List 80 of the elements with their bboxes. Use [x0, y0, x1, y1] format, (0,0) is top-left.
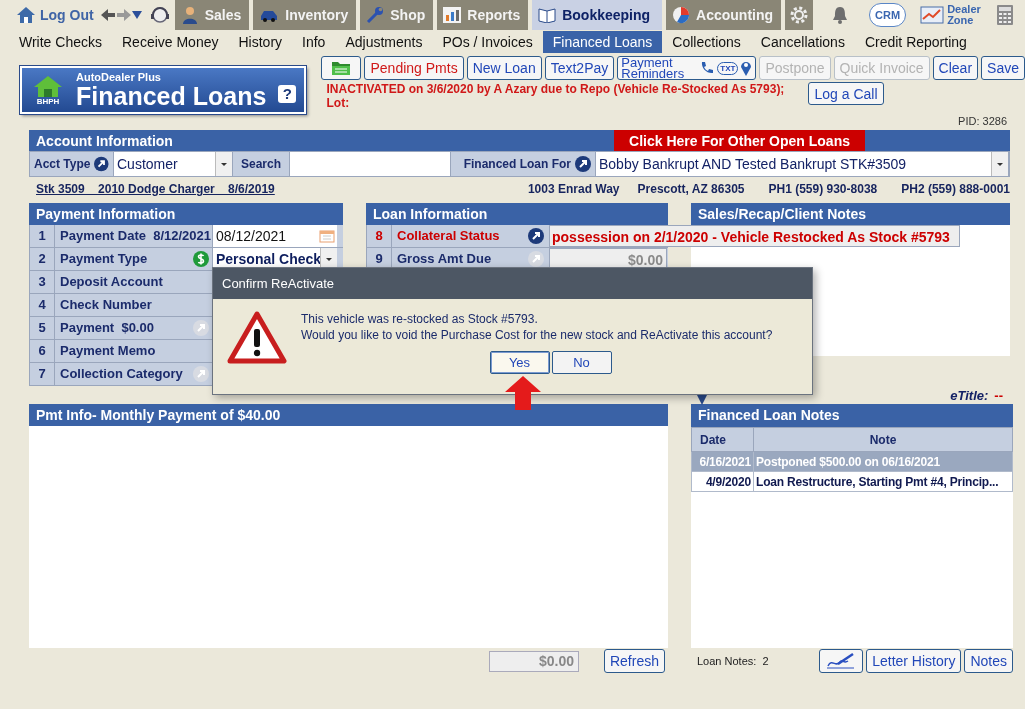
contact-text: 1003 Enrad Way [527, 182, 620, 196]
refresh-button[interactable]: Refresh [603, 649, 665, 673]
field-label: Collection Category [60, 365, 183, 383]
toolbar-button[interactable]: Pending Pmts [364, 56, 464, 80]
table-cell[interactable]: Loan Restructure, Starting Pmt #4, Princip... [753, 471, 1013, 492]
column-header: Date [691, 427, 754, 452]
field-label: Financed Loan For [463, 157, 571, 171]
row-number: 1 [29, 225, 55, 247]
value-field: possession on 2/1/2020 - Vehicle Restocked As Stock #5793 [549, 225, 960, 247]
help-button[interactable]: ? [278, 85, 297, 103]
field-label: Payment Memo [60, 342, 156, 360]
pid-label: PID: 3286 [957, 115, 1008, 128]
other-loans-button[interactable]: Click Here For Other Open Loans [614, 130, 865, 151]
field-label: Payment Type [60, 250, 148, 268]
field-label: Gross Amt Due [397, 250, 492, 268]
section-header: Sales/Recap/Client Notes [691, 203, 1010, 225]
section-header: Loan Information [366, 203, 668, 225]
notes-count: Loan Notes: 2 [697, 655, 769, 667]
row-number: 5 [29, 317, 55, 339]
menu-tab[interactable]: Cancellations [750, 31, 855, 53]
vehicle-link[interactable]: Stk 3509 2010 Dodge Charger 8/6/2019 [36, 182, 275, 196]
section-header: Payment Information [29, 203, 343, 225]
etitle-label: eTitle: [950, 387, 989, 403]
logo-text: BHPH [36, 96, 60, 106]
section-header: Pmt Info- Monthly Payment of $40.00 [29, 404, 668, 426]
row-number: 8 [366, 225, 392, 247]
contact-text: Prescott, AZ 86305 [637, 182, 745, 196]
module-tab[interactable]: Bookkeeping [532, 0, 663, 30]
section-title: Account Information [35, 132, 174, 149]
row-number: 7 [29, 363, 55, 385]
field-label: Check Number [60, 296, 152, 314]
field-label: Acct Type [34, 157, 91, 171]
menu-tab[interactable]: Financed Loans [542, 31, 663, 53]
account-type-select[interactable]: Customer [114, 152, 233, 176]
date-field[interactable]: 08/12/2021 [212, 225, 337, 247]
menu-tab[interactable]: History [228, 31, 293, 53]
banner-subtitle: AutoDealer Plus [76, 71, 162, 83]
field-label: Payment Date 8/12/2021 [60, 227, 212, 245]
logout-link[interactable]: Log Out [40, 7, 94, 23]
row-number: 3 [29, 271, 55, 293]
row-number: 4 [29, 294, 55, 316]
row-number: 2 [29, 248, 55, 270]
contact-text: PH1 (559) 930-8038 [768, 182, 878, 196]
banner-title: Financed Loans [76, 83, 267, 109]
loan-for-select[interactable]: Bobby Bankrupt AND Tested Bankrupt STK#3509 [596, 152, 1009, 176]
dialog-button[interactable]: No [551, 351, 612, 374]
menu-tab[interactable]: Write Checks [9, 31, 112, 53]
dealer-zone-link[interactable]: Dealer Zone [947, 4, 984, 26]
section-header: Financed Loan Notes [691, 404, 1013, 427]
dialog-message: This vehicle was re-stocked as Stock #5793. Would you like to void the Purchase Cost for the new stock and ReActivate this account? [301, 311, 773, 343]
menu-tab[interactable]: Adjustments [335, 31, 433, 53]
field-label: Deposit Account [60, 273, 163, 291]
contact-text: PH2 (559) 888-0001 [901, 182, 1010, 196]
toolbar-button[interactable]: Save [981, 56, 1025, 80]
field-label: Search [233, 152, 290, 176]
value-field: $0.00 [549, 248, 667, 270]
status-message: INACTIVATED on 3/6/2020 by A Azary due to Repo (Vehicle Re-Stocked As 5793); Lot: [326, 82, 786, 110]
menu-tab[interactable]: Info [292, 31, 336, 53]
payment-type-select[interactable]: Personal Check [212, 248, 337, 270]
toolbar-button[interactable]: New Loan [466, 56, 542, 80]
dialog-button[interactable]: Yes [489, 351, 550, 374]
menu-tab[interactable]: Collections [662, 31, 751, 53]
field-label: Payment $0.00 [60, 319, 154, 337]
log-call-button[interactable]: Log a Call [808, 82, 884, 105]
menu-tab[interactable]: Credit Reporting [854, 31, 977, 53]
crm-button[interactable]: CRM [869, 3, 907, 27]
table-cell[interactable]: 4/9/2020 [691, 471, 754, 492]
dialog-title: Confirm ReActivate [213, 268, 812, 299]
menu-tab[interactable]: POs / Invoices [432, 31, 543, 53]
column-header: Note [753, 427, 1013, 452]
toolbar-button[interactable]: Text2Pay [544, 56, 615, 80]
field-label: Collateral Status [397, 227, 500, 245]
row-number: 6 [29, 340, 55, 362]
notes-action-button[interactable]: Notes [964, 649, 1013, 673]
notes-action-button[interactable]: Letter History [866, 649, 962, 673]
payment-reminders-button[interactable]: Payment Reminders TXT [617, 56, 757, 80]
toolbar-button[interactable]: Clear [932, 56, 979, 80]
menu-tab[interactable]: Receive Money [112, 31, 229, 53]
total-field: $0.00 [488, 650, 579, 672]
etitle-value: -- [994, 387, 1003, 403]
